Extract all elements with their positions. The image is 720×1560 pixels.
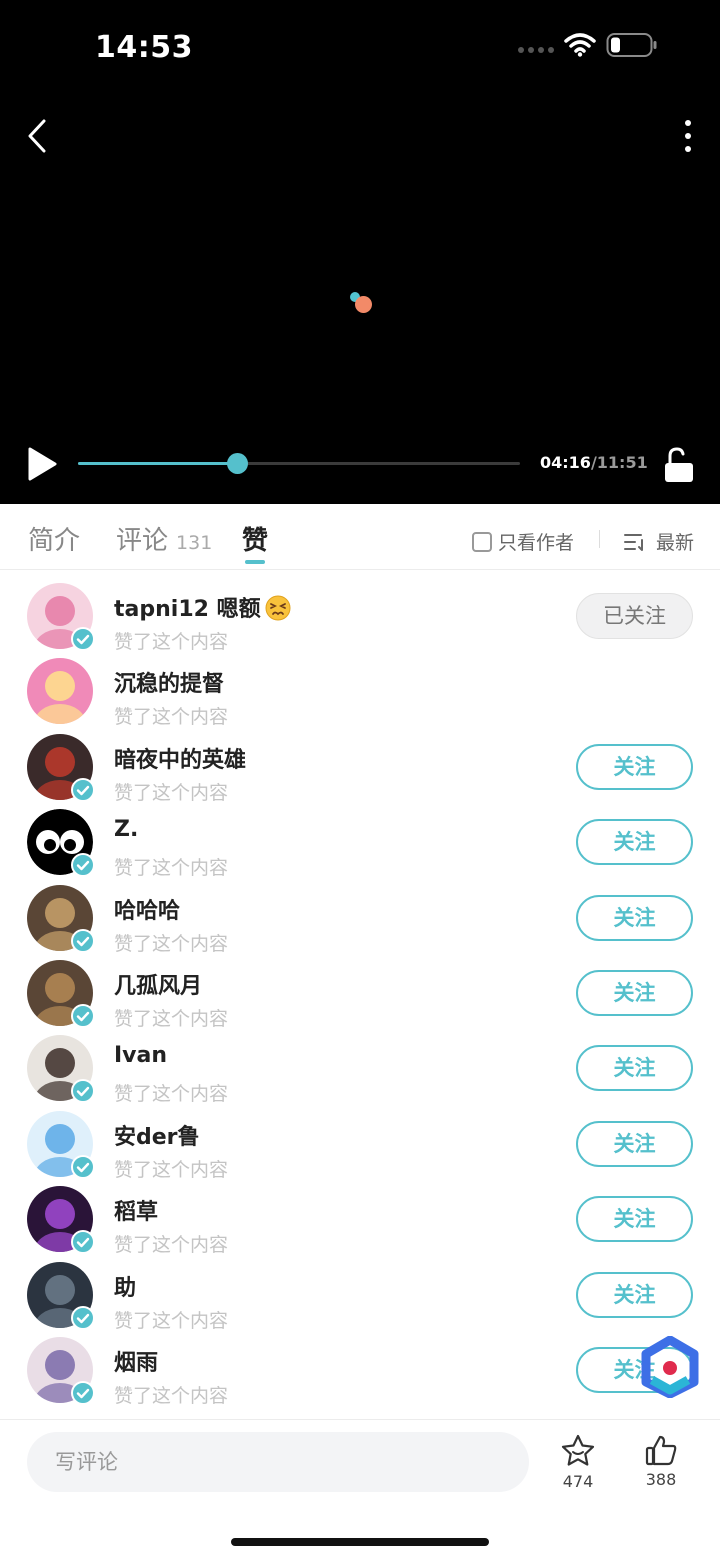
floating-assistant-button[interactable] [640,1335,700,1399]
avatar[interactable] [27,1337,95,1405]
emoji-icon [265,595,291,621]
tab-likes[interactable]: 赞 [242,520,268,557]
follow-button[interactable]: 关注 [576,1120,693,1167]
back-button[interactable] [24,118,54,154]
divider [599,530,600,548]
follow-button[interactable]: 关注 [576,1196,693,1243]
play-icon [28,447,57,481]
liker-row[interactable]: Z. 赞了这个内容 关注 [0,797,720,879]
liker-row[interactable]: 助赞了这个内容 关注 [0,1250,720,1332]
liker-row[interactable]: 几孤风月 赞了这个内容 关注 [0,948,720,1030]
assistant-logo-icon [641,1335,699,1399]
battery-icon [606,33,657,57]
total-time: /11:51 [590,453,648,472]
player-controls: 04:16/11:51 [0,440,720,488]
liker-row[interactable]: 暗夜中的英雄 赞了这个内容 关注 [0,722,720,804]
checkbox-icon [472,531,492,552]
liker-row[interactable]: tapni12 嗯额 赞了这个内容 已关注 [0,571,720,653]
likers-list[interactable]: tapni12 嗯额 赞了这个内容 已关注 沉稳的提督 赞了这个内容 暗夜中的英雄 赞了这个… [0,571,720,1419]
avatar[interactable] [27,1035,95,1104]
status-icons [518,32,658,58]
more-options-button[interactable] [682,120,694,152]
liker-name[interactable]: 几孤风月 [114,968,202,1000]
avatar[interactable] [27,1110,95,1179]
home-indicator [231,1538,489,1546]
avatar[interactable] [27,1186,95,1255]
tab-comments-label: 评论 [116,526,169,556]
likes-count: 388 [645,1470,677,1489]
follow-button[interactable]: 关注 [576,743,693,790]
favorites-count: 474 [562,1472,594,1491]
liker-name[interactable]: 烟雨 [114,1345,158,1377]
sort-icon [624,533,643,551]
followed-button[interactable]: 已关注 [576,593,693,639]
progress-fill [78,462,238,465]
play-button[interactable] [26,446,58,482]
liker-name[interactable]: Z. [114,817,138,842]
liker-name[interactable]: 暗夜中的英雄 [114,742,246,774]
avatar[interactable] [27,658,93,725]
progress-bar[interactable] [78,453,520,474]
verified-badge-icon [71,1381,95,1405]
liker-row[interactable]: 稻草 赞了这个内容 关注 [0,1174,720,1256]
comments-count: 131 [176,532,213,554]
liker-action-text: 赞了这个内容 [114,1385,229,1407]
liker-name[interactable]: 沉稳的提督 [114,666,224,698]
avatar[interactable] [27,809,95,878]
avatar[interactable] [27,583,95,651]
liker-name[interactable]: tapni12 嗯额 [114,591,291,623]
liker-name[interactable]: Ivan [114,1043,167,1068]
avatar[interactable] [27,1261,95,1330]
follow-button[interactable]: 关注 [576,894,693,941]
thumbs-up-icon [645,1435,677,1466]
avatar[interactable] [27,960,95,1028]
lock-open-icon [665,447,693,482]
sort-label: 最新 [656,532,695,554]
follow-button[interactable]: 关注 [576,1271,693,1318]
liker-name[interactable]: 哈哈哈 [114,893,180,925]
liker-row[interactable]: Ivan 赞了这个内容 关注 [0,1023,720,1105]
liker-name[interactable]: 助 [114,1270,136,1302]
chevron-left-icon [28,119,46,153]
liker-row[interactable]: 哈哈哈 赞了这个内容 关注 [0,873,720,955]
follow-button[interactable]: 关注 [576,970,693,1016]
liker-row[interactable]: 烟雨 赞了这个内容 关注 [0,1325,720,1407]
status-time: 14:53 [95,30,193,65]
wifi-icon [564,33,596,57]
star-face-icon [561,1434,595,1466]
avatar[interactable] [27,733,95,802]
avatar[interactable] [27,884,95,953]
only-author-label: 只看作者 [498,532,575,554]
progress-thumb[interactable] [227,453,249,474]
active-tab-indicator [245,560,265,564]
like-button[interactable]: 388 [636,1434,686,1489]
liker-row[interactable]: 沉稳的提督 赞了这个内容 [0,646,720,728]
liker-row[interactable]: 安der鲁 赞了这个内容 关注 [0,1099,720,1181]
sort-button[interactable]: 最新 [624,528,694,555]
time-display: 04:16/11:51 [540,453,648,472]
follow-button[interactable]: 关注 [576,819,693,866]
follow-button[interactable]: 关注 [576,1045,693,1092]
signal-dots-icon [518,47,554,53]
current-time: 04:16 [540,453,591,472]
video-player[interactable]: 14:53 04:16/11:51 [0,0,720,504]
liker-name[interactable]: 稻草 [114,1194,158,1226]
tab-intro[interactable]: 简介 [28,520,80,557]
rotate-lock-button[interactable] [662,446,696,484]
content-tabs: 简介 评论 131 赞 只看作者 最新 [0,504,720,570]
liker-name[interactable]: 安der鲁 [114,1119,200,1151]
loading-indicator [350,292,378,316]
comment-input[interactable]: 写评论 [27,1432,529,1492]
favorite-button[interactable]: 474 [553,1434,603,1491]
tab-comments[interactable]: 评论 131 [116,520,212,557]
only-author-toggle[interactable]: 只看作者 [472,528,574,555]
